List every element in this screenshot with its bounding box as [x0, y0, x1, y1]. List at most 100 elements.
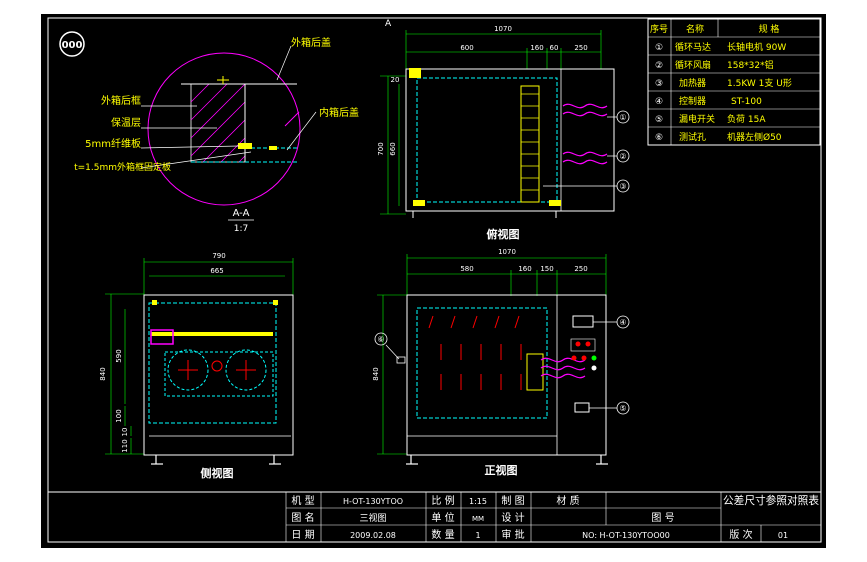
dim-front-c: 150 — [540, 265, 553, 273]
spec-row-no: ⑤ — [655, 115, 663, 125]
drawing-badge: 000 — [59, 31, 85, 57]
label-side-view: 侧视图 — [201, 466, 234, 480]
section-marker-a: A — [385, 19, 392, 29]
tb-model-label: 机 型 — [291, 494, 314, 507]
dim-top-a: 600 — [460, 44, 473, 52]
tb-scale-label: 比 例 — [431, 494, 454, 507]
callout-2: ② — [616, 149, 630, 163]
callout-4-text: ④ — [619, 318, 626, 327]
dim-side-overall: 790 — [212, 252, 225, 260]
callout-2-text: ② — [619, 152, 626, 161]
tb-name-label: 图 名 — [291, 511, 314, 524]
tb-version-value: 01 — [778, 531, 788, 540]
tb-version-label: 版 次 — [729, 528, 752, 541]
spec-row-no: ④ — [655, 97, 663, 107]
spec-row-spec: 负荷 15A — [727, 113, 766, 125]
label-outer-back: 外箱后盖 — [291, 36, 331, 49]
spec-row-no: ② — [655, 61, 663, 71]
tb-qty-label: 数 量 — [431, 528, 454, 541]
label-frame-fix: t=1.5mm外箱框固定板 — [74, 161, 171, 173]
badge-text: 000 — [62, 40, 83, 51]
dim-front-b: 160 — [518, 265, 531, 273]
callout-5: ⑤ — [616, 401, 630, 415]
front-outer-box — [406, 294, 607, 456]
label-outer-frame: 外箱后框 — [101, 94, 141, 107]
spec-row-no: ① — [655, 43, 663, 53]
detail-section-a: 外箱后盖 外箱后框 保温层 5mm纤维板 t=1.5mm外箱框固定板 内箱后盖 … — [74, 36, 359, 234]
callout-6-text: ⑥ — [377, 335, 384, 344]
tb-date-label: 日 期 — [291, 529, 314, 541]
tb-qty-value: 1 — [475, 531, 480, 540]
section-scale: 1:7 — [234, 224, 248, 234]
spec-row-spec: 158*32*铝 — [727, 59, 774, 71]
dim-front-h: 840 — [372, 367, 380, 380]
dim-side-inner: 665 — [210, 267, 223, 275]
dim-left-h3: 20 — [391, 76, 400, 84]
tb-scale-value: 1:15 — [469, 497, 487, 506]
tb-model-value: H-OT-130YTOO — [343, 497, 403, 506]
callout-6: ⑥ — [374, 332, 388, 346]
tb-material-label: 材 质 — [556, 494, 579, 507]
tb-unit-label: 单 位 — [431, 511, 454, 524]
front-view: 1070 580 160 150 250 840 正视图 — [372, 248, 617, 477]
side-view: 790 665 840 590 100 10 110 侧视图 — [99, 252, 294, 480]
spec-row-name: 加热器 — [679, 77, 706, 89]
spec-row-spec: 机器左侧Ø50 — [727, 131, 782, 143]
spec-row-name: 循环风扇 — [675, 59, 711, 71]
label-upper-view: 俯视图 — [487, 227, 520, 241]
upper-outer-box — [405, 68, 615, 212]
spec-row-name: 漏电开关 — [679, 113, 715, 125]
spec-table: 序号 名称 规 格 ① 循环马达 长轴电机 90W ② 循环风扇 158*32*… — [647, 18, 821, 146]
callout-4: ④ — [616, 315, 630, 329]
section-title: A-A — [233, 208, 250, 219]
title-block: 机 型 H-OT-130YTOO 图 名 三视图 日 期 2009.02.08 … — [47, 491, 822, 543]
callout-3: ③ — [616, 179, 630, 193]
tb-design-label: 设 计 — [501, 511, 524, 524]
spec-row-spec: 长轴电机 90W — [727, 41, 786, 53]
spec-row-name: 测试孔 — [679, 131, 706, 143]
callout-1-text: ① — [619, 113, 626, 122]
spec-row-spec: ST-100 — [731, 97, 762, 107]
dim-top-b: 160 — [530, 44, 543, 52]
dim-left-h1: 700 — [377, 142, 385, 155]
drawing-canvas: 000 外箱后盖 外箱后框 保温层 5mm纤维板 t=1.5mm外箱框固定板 内… — [41, 14, 826, 548]
dim-side-h2: 590 — [115, 349, 123, 362]
callout-5-text: ⑤ — [619, 404, 626, 413]
spec-row-name: 循环马达 — [675, 41, 711, 53]
dim-front-a: 580 — [460, 265, 473, 273]
spec-row-spec: 1.5KW 1支 U形 — [727, 77, 792, 89]
dim-top-c: 60 — [550, 44, 559, 52]
label-insulation: 保温层 — [111, 116, 141, 129]
spec-row-name: 控制器 — [679, 95, 706, 107]
dim-top-overall: 1070 — [494, 25, 512, 33]
label-inner-back: 内箱后盖 — [319, 106, 359, 119]
dim-side-h4: 10 — [121, 428, 129, 437]
dim-front-d: 250 — [574, 265, 587, 273]
dim-side-h3: 100 — [115, 409, 123, 422]
tb-drawing-no-label: 图 号 — [651, 512, 674, 524]
spec-row-no: ③ — [655, 79, 663, 89]
label-front-view: 正视图 — [485, 463, 518, 477]
dim-side-h5: 110 — [121, 439, 129, 452]
spec-header-spec: 规 格 — [759, 23, 780, 35]
callout-3-text: ③ — [619, 182, 626, 191]
dim-front-overall: 1070 — [498, 248, 516, 256]
spec-header-name: 名称 — [686, 23, 704, 35]
upper-view: 1070 600 160 60 250 700 660 20 A 俯视图 — [377, 19, 617, 241]
tb-tolerance: 公差尺寸参照对照表 — [723, 493, 819, 507]
tb-date-value: 2009.02.08 — [350, 531, 396, 540]
spec-header-no: 序号 — [650, 23, 668, 35]
dim-top-d: 250 — [574, 44, 587, 52]
tb-draw-label: 制 图 — [501, 494, 524, 507]
tb-review-label: 审 批 — [501, 528, 524, 541]
dim-side-h1: 840 — [99, 367, 107, 380]
spec-row-no: ⑥ — [655, 133, 663, 143]
dim-left-h2: 660 — [389, 142, 397, 155]
tb-unit-value: MM — [472, 515, 484, 523]
tb-name-value: 三视图 — [359, 512, 386, 524]
tb-drawing-no-value: NO: H-OT-130YTOO00 — [582, 531, 670, 540]
drawing-sheet: 000 外箱后盖 外箱后框 保温层 5mm纤维板 t=1.5mm外箱框固定板 内… — [47, 17, 822, 543]
callout-1: ① — [616, 110, 630, 124]
side-outer-box — [143, 294, 294, 456]
label-fiber-board: 5mm纤维板 — [85, 137, 141, 150]
